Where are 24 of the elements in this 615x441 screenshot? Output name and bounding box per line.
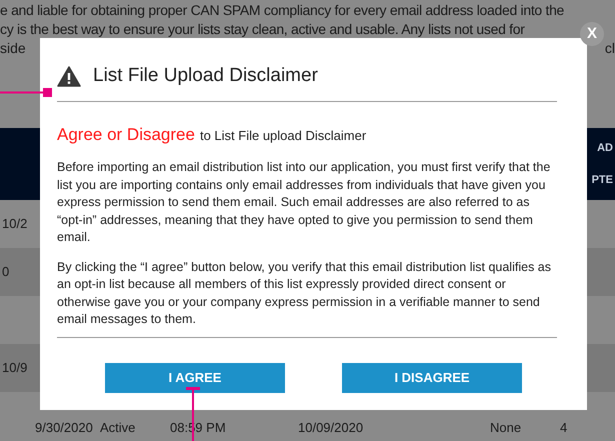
table-cell-text: 9/30/2020 — [35, 419, 93, 437]
table-cell-text: 0 — [1, 263, 10, 282]
table-cell-text: 4 — [560, 419, 568, 437]
notice-text: side — [0, 39, 26, 58]
close-button[interactable]: X — [580, 22, 604, 46]
column-heading: AD — [597, 140, 614, 156]
agree-button[interactable]: I AGREE — [105, 362, 285, 392]
column-heading: PTE — [592, 173, 614, 188]
heading-subtitle: to List File upload Disclaimer — [200, 126, 366, 145]
notice-text: cl — [604, 39, 615, 58]
table-cell-text: 10/2 — [1, 215, 28, 234]
agree-disagree-heading: Agree or Disagree — [57, 124, 195, 146]
disclaimer-paragraph: Before importing an email distribution list into our application, you must first verify that the list you are importing contains only email addresses from individuals that have given you express permission to send them email. Such email addresses are also referred to as “opt-in” addresses, meaning that they have opted to give you permission to send them email. — [57, 159, 552, 246]
disagree-button[interactable]: I DISAGREE — [342, 362, 522, 392]
notice-text: e and liable for obtaining proper CAN SPAM compliancy for every email address loaded into the — [0, 1, 564, 20]
table-cell-text: 10/09/2020 — [298, 419, 364, 437]
notice-text: cy is the best way to ensure your lists stay clean, active and usable. Any lists not used for — [0, 20, 525, 39]
table-cell-text: None — [490, 419, 522, 437]
warning-icon — [57, 66, 81, 87]
table-cell-text: 10/9 — [1, 359, 28, 378]
dialog-title: List File Upload Disclaimer — [93, 64, 318, 88]
disclaimer-paragraph: By clicking the “I agree” button below, you verify that this email distribution list qualifies as an opt-in list because all members of this list expressly provided direct consent or otherwise gave you or your company express permission in a verifiable manner to send email messages to them. — [57, 258, 552, 328]
table-cell-text: Active — [100, 419, 136, 437]
annotation-marker-drawing — [0, 87, 53, 98]
